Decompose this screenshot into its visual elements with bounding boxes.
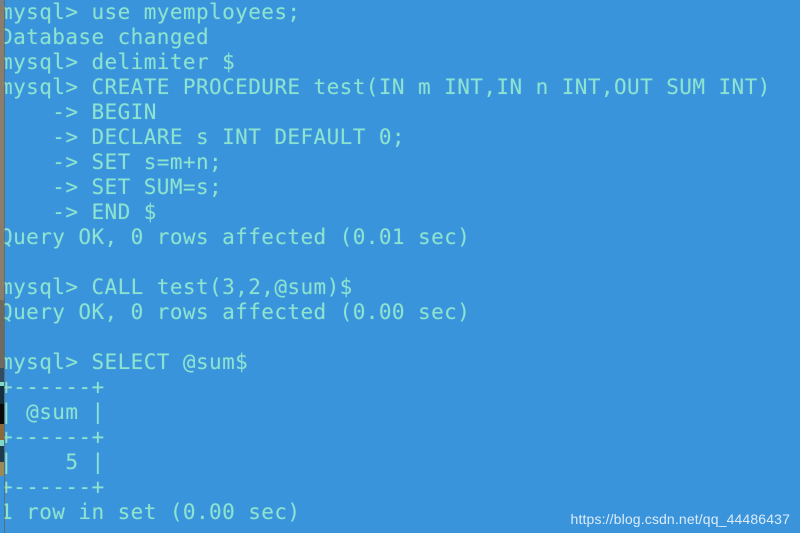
console-line-output: Query OK, 0 rows affected (0.01 sec)	[0, 225, 471, 249]
console-line-table-rule: +------+	[0, 375, 105, 399]
console-line-continuation: -> SET s=m+n;	[0, 150, 223, 174]
watermark-url: https://blog.csdn.net/qq_44486437	[570, 511, 790, 527]
console-output[interactable]: mysql> use myemployees; Database changed m…	[0, 0, 800, 525]
console-line-table-header: | @sum |	[0, 400, 105, 424]
console-line-continuation: -> SET SUM=s;	[0, 175, 223, 199]
console-line-input: mysql> use myemployees;	[0, 0, 301, 24]
console-line-output: Database changed	[0, 25, 210, 49]
console-line-table-rule: +------+	[0, 475, 105, 499]
console-line-continuation: -> DECLARE s INT DEFAULT 0;	[0, 125, 405, 149]
console-line-output: Query OK, 0 rows affected (0.00 sec)	[0, 300, 471, 324]
console-line-table-row: | 5 |	[0, 450, 105, 474]
console-line-continuation: -> BEGIN	[0, 100, 157, 124]
console-line-input: mysql> SELECT @sum$	[0, 350, 249, 374]
console-line-input: mysql> CREATE PROCEDURE test(IN m INT,IN…	[0, 75, 771, 99]
terminal-window[interactable]: mysql> use myemployees; Database changed m…	[0, 0, 800, 533]
console-line-continuation: -> END $	[0, 200, 157, 224]
window-edge-border	[4, 0, 5, 533]
console-line-table-rule: +------+	[0, 425, 105, 449]
console-line-input: mysql> CALL test(3,2,@sum)$	[0, 275, 353, 299]
console-line-input: mysql> delimiter $	[0, 50, 236, 74]
